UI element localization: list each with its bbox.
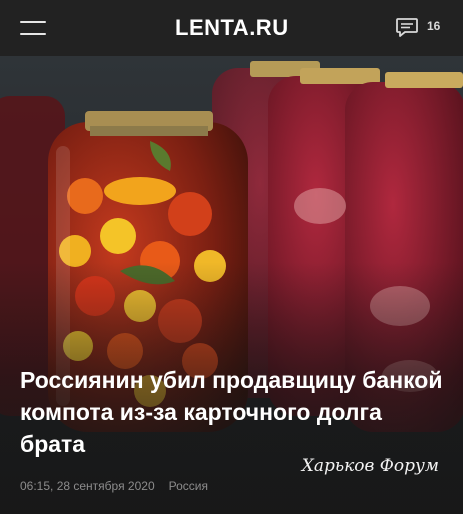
- article-meta: 06:15, 28 сентября 2020 Россия: [20, 479, 208, 493]
- top-bar: LENTA.RU 16: [0, 0, 463, 56]
- article-rubric-link[interactable]: Россия: [169, 479, 208, 493]
- article-card[interactable]: Россиянин убил продавщицу банкой компота…: [0, 56, 463, 514]
- article-headline[interactable]: Россиянин убил продавщицу банкой компота…: [20, 364, 450, 460]
- comments-count[interactable]: 16: [427, 19, 440, 33]
- hamburger-menu-icon[interactable]: [20, 21, 46, 35]
- site-logo[interactable]: LENTA.RU: [175, 15, 289, 41]
- article-timestamp: 06:15, 28 сентября 2020: [20, 479, 155, 493]
- chat-bubble-icon[interactable]: [395, 17, 419, 39]
- watermark: Харьков Форум: [301, 456, 439, 476]
